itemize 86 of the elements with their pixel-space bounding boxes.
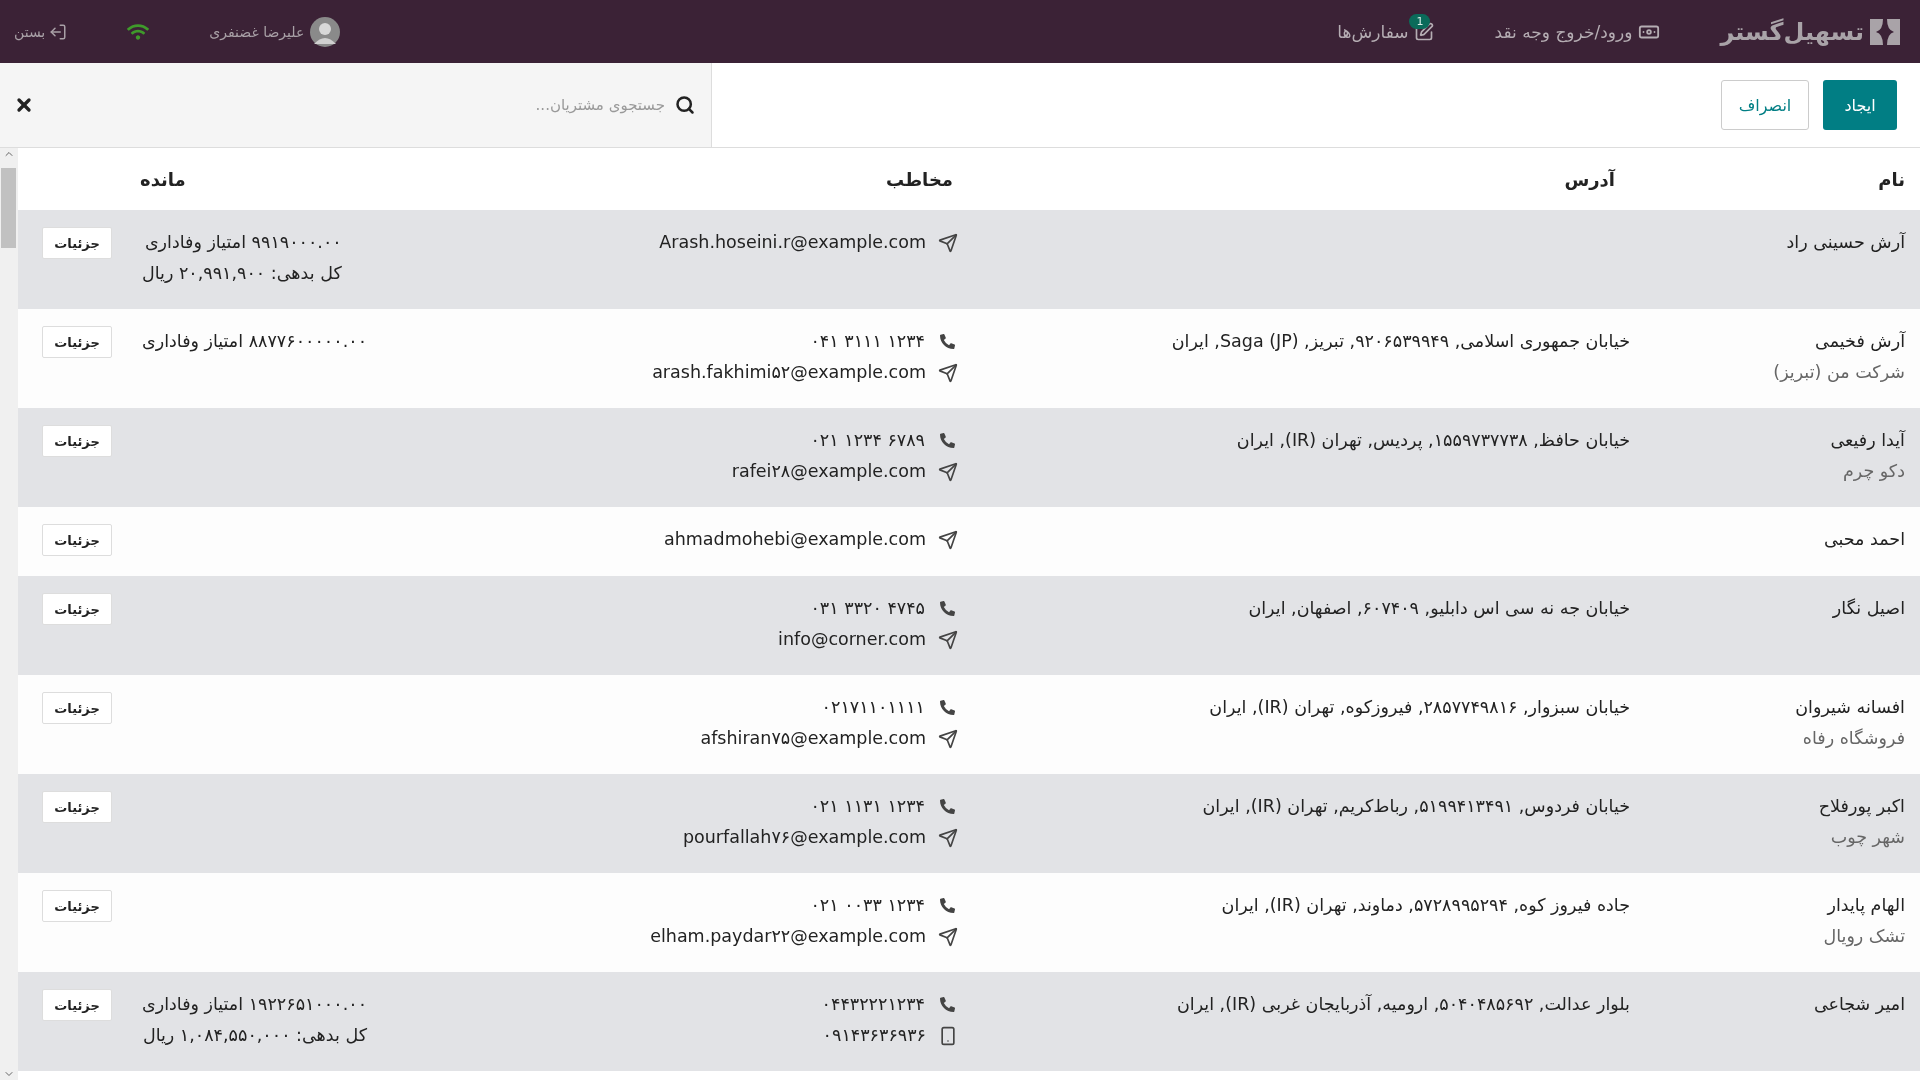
details-button[interactable]: جزئیات [42,227,112,259]
contact-text: ۰۲۱ ۱۲۳۴ ۶۷۸۹ [810,429,925,452]
details-button[interactable]: جزئیات [42,326,112,358]
brand-name: تسهیل‌گستر [1720,17,1864,46]
balance-text: ۹۹۱۹۰۰۰.۰۰ امتیاز وفاداری [144,231,342,255]
column-header: مانده [139,168,187,190]
company-name: شرکت من (تبریز) [1772,361,1905,384]
contact-text: afshiran۷۵@example.com [700,727,926,750]
paper-plane-icon [938,529,958,550]
paper-plane-icon [938,728,958,749]
details-button[interactable]: جزئیات [42,890,112,922]
address-text: خیابان سبزوار, ۲۸۵۷۷۴۹۸۱۶, فیروزکوه, تهران (IR), ایران [1209,697,1630,717]
details-button[interactable]: جزئیات [42,524,112,556]
details-button[interactable]: جزئیات [42,593,112,625]
address-text: خیابان فردوس, ۵۱۹۹۴۱۳۴۹۱, رباط‌کریم, تهران (IR), ایران [1202,796,1630,816]
company-name: دکو چرم [1841,460,1905,483]
customer-name: اکبر پورفلاح [1817,795,1905,819]
paper-plane-icon [938,232,958,253]
user-name: علیرضا غضنفری [209,23,305,40]
address-text: بلوار عدالت, ۵۰۴۰۴۸۵۶۹۲, ارومیه, آذربایجان غربی (IR), ایران [1176,994,1630,1014]
paper-plane-icon [938,926,958,947]
avatar-icon [310,16,341,47]
column-header: آدرس [1563,168,1617,190]
contact-text: arash.fakhimi۵۲@example.com [652,361,926,384]
company-name: شهر چوب [1829,826,1905,850]
contact-text: ۰۳۱ ۳۳۲۰ ۴۷۴۵ [810,597,925,620]
phone-icon [940,997,955,1012]
phone-icon [940,334,955,349]
close-button[interactable] [14,95,34,115]
customer-name: آرش فخیمی [1814,330,1905,353]
close-link[interactable]: بستن [14,22,68,41]
details-button[interactable]: جزئیات [42,791,112,823]
phone-icon [940,700,955,715]
address-text: خیابان حافظ, ۱۵۵۹۷۳۷۷۳۸, پردیس, تهران (IR), ایران [1236,430,1630,450]
contact-text: Arash.hoseini.r@example.com [659,231,926,254]
balance-text: کل بدهی: ۲۰,۹۹۱,۹۰۰ ریال [142,262,342,285]
balance-text: کل بدهی: ۱,۰۸۴,۵۵۰,۰۰۰ ریال [142,1024,368,1047]
column-header: مخاطب [885,168,954,190]
mobile-icon [938,1025,958,1046]
contact-text: pourfallah۷۶@example.com [682,826,926,849]
scrollbar[interactable] [0,148,18,1080]
details-button[interactable]: جزئیات [42,989,112,1021]
paper-plane-icon [938,827,958,848]
search-field[interactable]: جستجوی مشتریان... [363,95,667,115]
details-button[interactable]: جزئیات [42,692,112,724]
cancel-button[interactable]: انصراف [1721,80,1809,130]
customer-name: افسانه شیروان [1794,696,1905,720]
contact-text: ۰۲۱ ۰۰۳۳ ۱۲۳۴ [810,894,925,917]
customer-name: احمد محبی [1822,528,1905,551]
customer-name: آیدا رفیعی [1829,429,1905,452]
contact-text: elham.paydar۲۲@example.com [650,925,926,948]
search-icon [675,95,695,115]
customer-name: آرش حسینی راد [1785,231,1905,254]
balance-text: ۱۹۲۲۶۵۱۰۰۰.۰۰ امتیاز وفاداری [142,993,368,1017]
paper-plane-icon [938,362,958,383]
paper-plane-icon [938,461,958,482]
count-badge: 1 [1409,13,1431,29]
company-name: فروشگاه رفاه [1801,727,1905,751]
nav-item[interactable]: ورود/خروج وجه نقد [1494,20,1661,43]
contact-text: info@corner.com [778,628,926,651]
logout-icon [49,22,68,41]
contact-text: ۰۴۴۳۲۲۲۱۲۳۴ [821,993,925,1016]
logo-icon [1868,16,1902,47]
contact-text: ahmadmohebi@example.com [663,528,926,551]
balance-text: ۸۸۷۷۶۰۰۰۰۰.۰۰ امتیاز وفاداری [142,330,368,354]
contact-text: ۰۲۱ ۱۱۳۱ ۱۲۳۴ [810,795,925,818]
phone-icon [940,601,955,616]
paper-plane-icon [938,629,958,650]
contact-text: rafei۲۸@example.com [731,460,926,483]
scroll-thumb[interactable] [1,168,16,248]
contact-text: ۰۹۱۴۳۶۳۶۹۳۶ [822,1024,926,1047]
contact-text: ۰۴۱ ۳۱۱۱ ۱۲۳۴ [810,330,925,353]
column-header: نام [1877,168,1906,190]
address-text: خیابان جه نه سی اس دابلیو, ۶۰۷۴۰۹, اصفهان, ایران [1248,598,1630,618]
address-text: خیابان جمهوری اسلامی, ۹۲۰۶۵۳۹۹۴۹, تبریز, Saga (JP), ایران [1171,331,1630,351]
customer-name: اصیل نگار [1831,597,1905,620]
company-name: تشک رویال [1822,925,1905,949]
create-button[interactable]: ایجاد [1823,80,1897,130]
contact-text: ۰۲۱۷۱۱۰۱۱۱۱ [821,696,925,719]
customer-name: الهام پایدار [1825,894,1905,918]
phone-icon [940,898,955,913]
address-text: جاده فیروز کوه, ۵۷۲۸۹۹۵۲۹۴, دماوند, تهران (IR), ایران [1221,895,1630,915]
phone-icon [940,799,955,814]
phone-icon [940,433,955,448]
details-button[interactable]: جزئیات [42,425,112,457]
customer-name: امیر شجاعی [1812,993,1905,1016]
